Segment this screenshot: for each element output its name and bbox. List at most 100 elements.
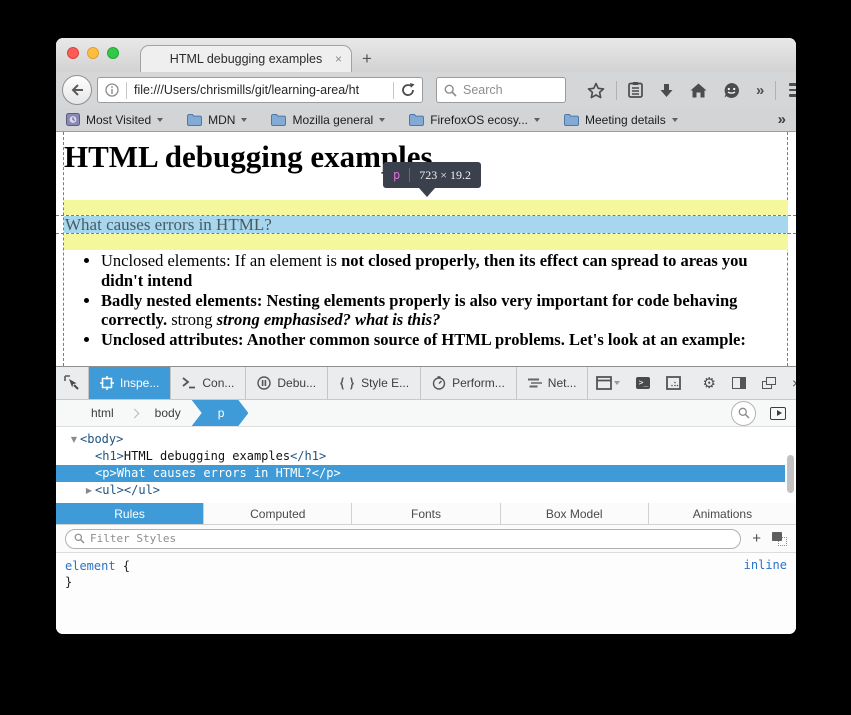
tab-style-editor[interactable]: Style E... (328, 367, 421, 399)
pseudo-class-panel-button[interactable] (772, 532, 787, 546)
tooltip-tag-name: p (393, 168, 400, 182)
tab-inspector[interactable]: Inspe... (89, 367, 171, 399)
bookmarks-list-icon (628, 82, 643, 98)
devtools-toolbar: Inspe... Con... Debu... Style E... (56, 366, 796, 400)
rules-toolbar: + (56, 525, 796, 553)
expander-icon[interactable]: ▶ (83, 482, 95, 499)
tab-computed[interactable]: Computed (204, 503, 352, 524)
close-window-button[interactable] (67, 47, 79, 59)
bookmark-mdn[interactable]: MDN (187, 113, 247, 127)
inspector-icon (100, 376, 114, 390)
bookmark-mozilla-general[interactable]: Mozilla general (271, 113, 385, 127)
undock-icon (762, 377, 776, 389)
home-icon (690, 83, 707, 98)
close-devtools-button[interactable]: × (784, 375, 796, 391)
element-picker-button[interactable] (56, 367, 89, 399)
tooltip-arrow (419, 188, 435, 197)
bookmark-most-visited[interactable]: Most Visited (66, 113, 163, 127)
home-button[interactable] (682, 83, 715, 98)
rule-selector-line[interactable]: element { (65, 558, 787, 574)
browser-window: HTML debugging examples × + (56, 38, 796, 634)
developer-toolbar-button[interactable]: >_ (628, 377, 658, 389)
back-button[interactable] (62, 75, 92, 105)
highlighter-content-box: What causes errors in HTML? (64, 216, 788, 233)
search-icon (74, 533, 85, 544)
new-tab-button[interactable]: + (362, 49, 372, 69)
scratchpad-button[interactable] (658, 376, 689, 390)
dock-side-button[interactable] (724, 377, 754, 389)
search-icon (444, 84, 457, 97)
bookmark-firefoxos-ecosystem[interactable]: FirefoxOS ecosy... (409, 113, 540, 127)
markup-search-button[interactable] (731, 401, 756, 426)
bookmark-meeting-details[interactable]: Meeting details (564, 113, 678, 127)
expand-sidebar-button[interactable] (770, 407, 786, 420)
nav-separator (616, 81, 617, 100)
undock-button[interactable] (754, 377, 784, 389)
bookmark-star-button[interactable] (579, 82, 613, 99)
markup-scrollbar-thumb[interactable] (787, 455, 794, 493)
breadcrumb-p-selected[interactable]: p (192, 400, 249, 426)
traffic-lights (67, 47, 119, 59)
frame-icon (596, 376, 612, 390)
rules-view: element { } inline (56, 553, 796, 634)
search-box[interactable] (436, 77, 566, 103)
expander-icon[interactable]: ▼ (68, 431, 80, 448)
highlighter-guide-horizontal-bottom (56, 233, 796, 234)
zoom-window-button[interactable] (107, 47, 119, 59)
console-icon (182, 377, 196, 389)
markup-row-h1[interactable]: <h1>HTML debugging examples</h1> (56, 448, 785, 465)
tab-animations[interactable]: Animations (649, 503, 796, 524)
rule-origin-link[interactable]: inline (744, 558, 787, 572)
tab-rules[interactable]: Rules (56, 503, 204, 524)
triangle-right-icon (777, 410, 782, 416)
highlighter-margin-bottom (64, 234, 788, 250)
add-rule-button[interactable]: + (752, 531, 761, 546)
folder-icon (271, 114, 286, 126)
smart-folder-icon (66, 113, 80, 126)
download-arrow-icon (659, 83, 674, 98)
stopwatch-icon (432, 376, 446, 390)
markup-row-ul[interactable]: ▶ <ul></ul> (56, 482, 785, 499)
filter-styles-box[interactable] (65, 529, 741, 549)
downloads-button[interactable] (651, 83, 682, 98)
tab-performance[interactable]: Perform... (421, 367, 517, 399)
search-input[interactable] (463, 83, 558, 97)
info-icon[interactable] (105, 83, 119, 97)
menu-button[interactable] (779, 83, 796, 97)
tab-box-model[interactable]: Box Model (501, 503, 649, 524)
hello-button[interactable] (715, 82, 748, 99)
url-input[interactable] (134, 83, 386, 97)
url-bar[interactable] (97, 77, 423, 103)
breadcrumb-chevron-icon (129, 408, 139, 418)
tab-title: HTML debugging examples (170, 52, 322, 66)
tab-debugger[interactable]: Debu... (246, 367, 328, 399)
frame-select-button[interactable] (588, 376, 628, 390)
markup-row-p-selected[interactable]: <p>What causes errors in HTML?</p> (56, 465, 785, 482)
markup-row-body[interactable]: ▼ <body> (56, 431, 785, 448)
reload-icon[interactable] (401, 83, 415, 97)
tab-console[interactable]: Con... (171, 367, 246, 399)
network-bars-icon (528, 377, 542, 389)
back-arrow-icon (70, 84, 84, 96)
filter-styles-input[interactable] (90, 532, 732, 545)
toolbar-overflow-button[interactable]: » (748, 82, 772, 99)
tab-close-icon[interactable]: × (335, 52, 342, 66)
sidebar-tabs: Rules Computed Fonts Box Model Animation… (56, 503, 796, 525)
bookmarks-overflow-button[interactable]: » (778, 111, 786, 128)
minimize-window-button[interactable] (87, 47, 99, 59)
browser-tab[interactable]: HTML debugging examples × (140, 45, 352, 72)
page-viewport: HTML debugging examples What causes erro… (56, 132, 796, 366)
tab-network[interactable]: Net... (517, 367, 589, 399)
bookmark-label: Mozilla general (292, 113, 373, 127)
chevron-down-icon (672, 118, 678, 122)
settings-button[interactable]: ⚙ (694, 374, 723, 392)
tab-fonts[interactable]: Fonts (352, 503, 500, 524)
scratchpad-icon (666, 376, 681, 390)
bookmarks-menu-button[interactable] (620, 82, 651, 98)
breadcrumb-body[interactable]: body (140, 400, 196, 426)
chevron-down-icon (241, 118, 247, 122)
breadcrumb-html[interactable]: html (76, 400, 129, 426)
tab-label: Debu... (277, 376, 316, 390)
tab-label: Inspe... (120, 376, 159, 390)
braces-icon (339, 377, 355, 390)
